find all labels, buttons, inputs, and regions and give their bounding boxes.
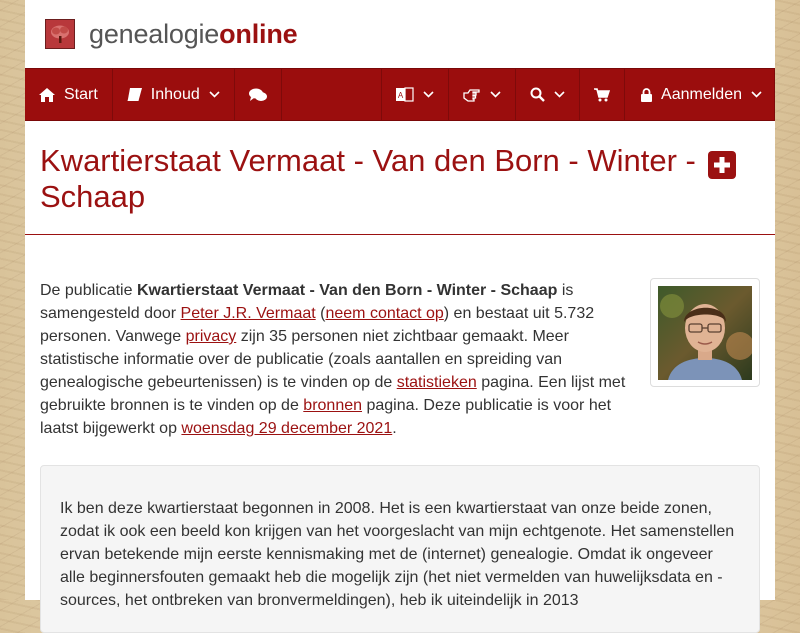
nav-start[interactable]: Start xyxy=(25,69,113,120)
chevron-down-icon xyxy=(423,91,434,98)
nav-inhoud-label: Inhoud xyxy=(150,85,200,103)
site-header: genealogieonline xyxy=(25,0,775,68)
last-updated-link[interactable]: woensdag 29 december 2021 xyxy=(181,420,392,437)
lock-icon xyxy=(641,87,653,102)
nav-start-label: Start xyxy=(64,85,98,103)
main-navbar: Start Inhoud A Aanmelden xyxy=(25,68,775,121)
intro-text: . xyxy=(392,420,397,437)
nav-shop[interactable] xyxy=(580,69,626,120)
nav-inhoud[interactable]: Inhoud xyxy=(113,69,235,120)
home-icon xyxy=(39,87,55,102)
page-title: Kwartierstaat Vermaat - Van den Born - W… xyxy=(40,143,760,214)
statistics-link[interactable]: statistieken xyxy=(397,374,477,391)
language-icon: A xyxy=(396,86,414,102)
book-icon xyxy=(127,87,142,101)
chevron-down-icon xyxy=(490,91,501,98)
brand-part-1: genealogie xyxy=(89,18,220,49)
nav-forum[interactable] xyxy=(235,69,282,120)
intro-text: De publicatie xyxy=(40,282,137,299)
main-content: De publicatie Kwartierstaat Vermaat - Va… xyxy=(25,235,775,633)
chevron-down-icon xyxy=(751,91,762,98)
author-photo-frame[interactable] xyxy=(650,278,760,387)
nav-search[interactable] xyxy=(516,69,581,120)
chevron-down-icon xyxy=(209,91,220,98)
page-container: genealogieonline Start Inhoud A Aanmelde… xyxy=(25,0,775,633)
author-photo xyxy=(658,285,752,380)
privacy-link[interactable]: privacy xyxy=(186,328,237,345)
sources-link[interactable]: bronnen xyxy=(303,397,362,414)
hand-pointer-icon xyxy=(463,88,480,102)
contact-link[interactable]: neem contact op xyxy=(325,305,443,322)
comments-icon xyxy=(248,88,267,101)
publication-intro: De publicatie Kwartierstaat Vermaat - Va… xyxy=(40,279,630,440)
search-icon xyxy=(530,87,545,102)
chevron-down-icon xyxy=(554,91,565,98)
nav-language[interactable]: A xyxy=(381,69,450,120)
tree-logo-icon[interactable] xyxy=(45,19,75,49)
nav-login[interactable]: Aanmelden xyxy=(625,69,775,120)
site-logo-text[interactable]: genealogieonline xyxy=(89,18,298,50)
publication-description: Ik ben deze kwartierstaat begonnen in 20… xyxy=(40,465,760,633)
publication-name: Kwartierstaat Vermaat - Van den Born - W… xyxy=(136,282,558,299)
svg-text:A: A xyxy=(398,91,404,100)
nav-pointer-menu[interactable] xyxy=(449,69,517,120)
plus-square-icon[interactable] xyxy=(708,151,737,179)
author-link[interactable]: Peter J.R. Vermaat xyxy=(181,305,316,322)
description-text: Ik ben deze kwartierstaat begonnen in 20… xyxy=(60,500,735,609)
nav-login-label: Aanmelden xyxy=(661,85,742,103)
cart-icon xyxy=(594,87,611,101)
brand-part-2: online xyxy=(219,18,298,49)
page-title-line-2: Schaap xyxy=(40,179,146,214)
title-section: Kwartierstaat Vermaat - Van den Born - W… xyxy=(25,121,775,235)
page-title-line-1: Kwartierstaat Vermaat - Van den Born - W… xyxy=(40,143,696,178)
